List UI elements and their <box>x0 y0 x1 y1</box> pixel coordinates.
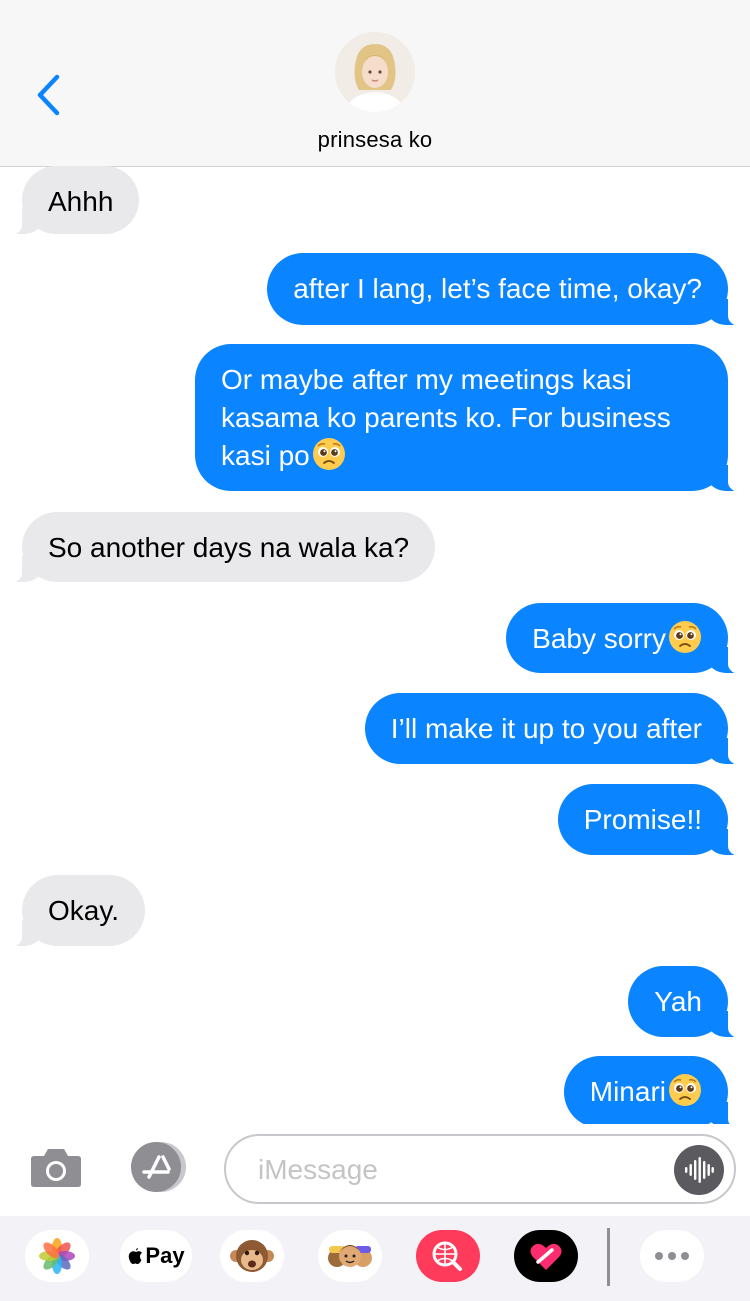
message-text: Ahhh <box>48 186 114 217</box>
memoji-icon <box>328 1245 372 1267</box>
contact-avatar[interactable] <box>335 32 415 112</box>
apple-pay-icon <box>129 1248 143 1264</box>
drawer-divider <box>607 1228 610 1286</box>
imessage-field[interactable] <box>224 1134 736 1204</box>
apple-pay-button[interactable]: Pay <box>120 1230 192 1282</box>
images-search-icon <box>416 1230 480 1282</box>
chevron-left-icon <box>37 74 60 116</box>
message-text: after I lang, let’s face time, okay? <box>293 273 702 304</box>
more-icon <box>655 1252 689 1260</box>
back-button[interactable] <box>28 70 68 120</box>
digital-touch-icon <box>514 1230 578 1282</box>
conversation-header: prinsesa ko <box>0 0 750 167</box>
apple-pay-label: Pay <box>145 1243 185 1268</box>
message-bubble-outgoing[interactable]: after I lang, let’s face time, okay? <box>267 253 742 326</box>
camera-button[interactable] <box>28 1142 84 1192</box>
app-drawer: Pay <box>0 1216 750 1301</box>
message-text: Or maybe after my meetings kasi kasama k… <box>221 364 671 471</box>
contact-name[interactable]: prinsesa ko <box>0 127 750 153</box>
animoji-button[interactable] <box>220 1230 284 1282</box>
photos-app-button[interactable] <box>25 1230 89 1282</box>
message-text: Okay. <box>48 895 120 926</box>
message-bubble-outgoing[interactable]: I’ll make it up to you after <box>364 693 743 765</box>
message-bubble-outgoing[interactable]: Baby sorry <box>506 603 742 674</box>
pleading-face-icon <box>668 620 702 654</box>
message-text: Minari <box>589 1076 666 1107</box>
compose-bar <box>0 1124 750 1216</box>
audio-record-button[interactable] <box>674 1145 724 1195</box>
pleading-face-icon <box>668 1073 702 1107</box>
apps-button[interactable] <box>125 1139 191 1195</box>
message-input[interactable] <box>256 1149 670 1191</box>
message-text: Baby sorry <box>532 623 666 654</box>
message-bubble-outgoing[interactable]: Minari <box>563 1056 743 1124</box>
message-bubble-incoming[interactable]: Okay. <box>7 875 146 947</box>
app-store-icon <box>131 1142 186 1192</box>
message-bubble-outgoing[interactable]: Promise!! <box>557 784 743 856</box>
message-text: Promise!! <box>583 804 702 835</box>
message-bubble-incoming[interactable]: Ahhh <box>7 166 140 235</box>
photos-icon <box>39 1238 75 1274</box>
message-thread[interactable]: Ahhh after I lang, let’s face time, okay… <box>0 166 750 1124</box>
memoji-button[interactable] <box>318 1230 382 1282</box>
animoji-monkey-icon <box>230 1240 274 1272</box>
message-text: I’ll make it up to you after <box>390 713 702 744</box>
message-bubble-outgoing[interactable]: Or maybe after my meetings kasi kasama k… <box>195 344 742 492</box>
images-search-button[interactable] <box>416 1230 480 1282</box>
avatar-image <box>335 32 415 112</box>
pleading-face-icon <box>312 437 346 471</box>
camera-icon <box>31 1149 81 1187</box>
message-bubble-incoming[interactable]: So another days na wala ka? <box>7 512 436 583</box>
message-text: So another days na wala ka? <box>48 532 410 563</box>
audio-waveform-icon <box>685 1157 714 1183</box>
message-text: Yah <box>654 986 702 1017</box>
message-bubble-outgoing[interactable]: Yah <box>628 966 742 1038</box>
more-apps-button[interactable] <box>640 1230 704 1282</box>
digital-touch-button[interactable] <box>514 1230 578 1282</box>
